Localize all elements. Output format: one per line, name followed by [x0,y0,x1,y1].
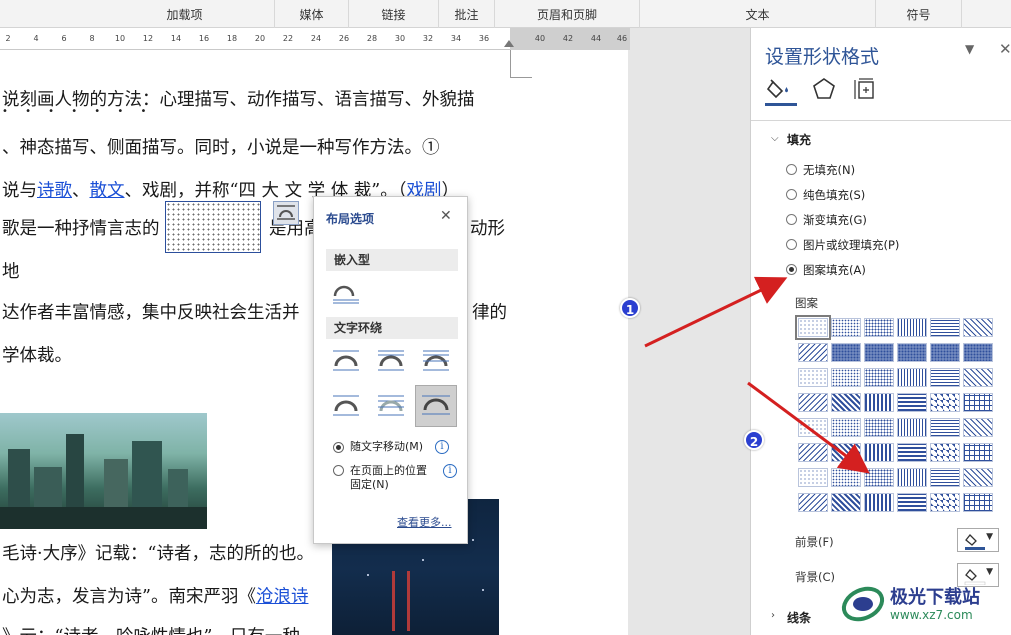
step-badge-1: 1 [620,298,640,318]
site-watermark: 极光下载站 www.xz7.com [840,580,1005,630]
arrow-to-pattern-fill [644,276,788,348]
watermark-logo-icon [841,586,885,622]
step-badge-2: 2 [744,430,764,450]
watermark-title: 极光下载站 [890,587,980,608]
arrow-to-pattern-swatch [747,381,870,474]
annotation-arrows [644,276,870,474]
watermark-url: www.xz7.com [890,608,973,622]
